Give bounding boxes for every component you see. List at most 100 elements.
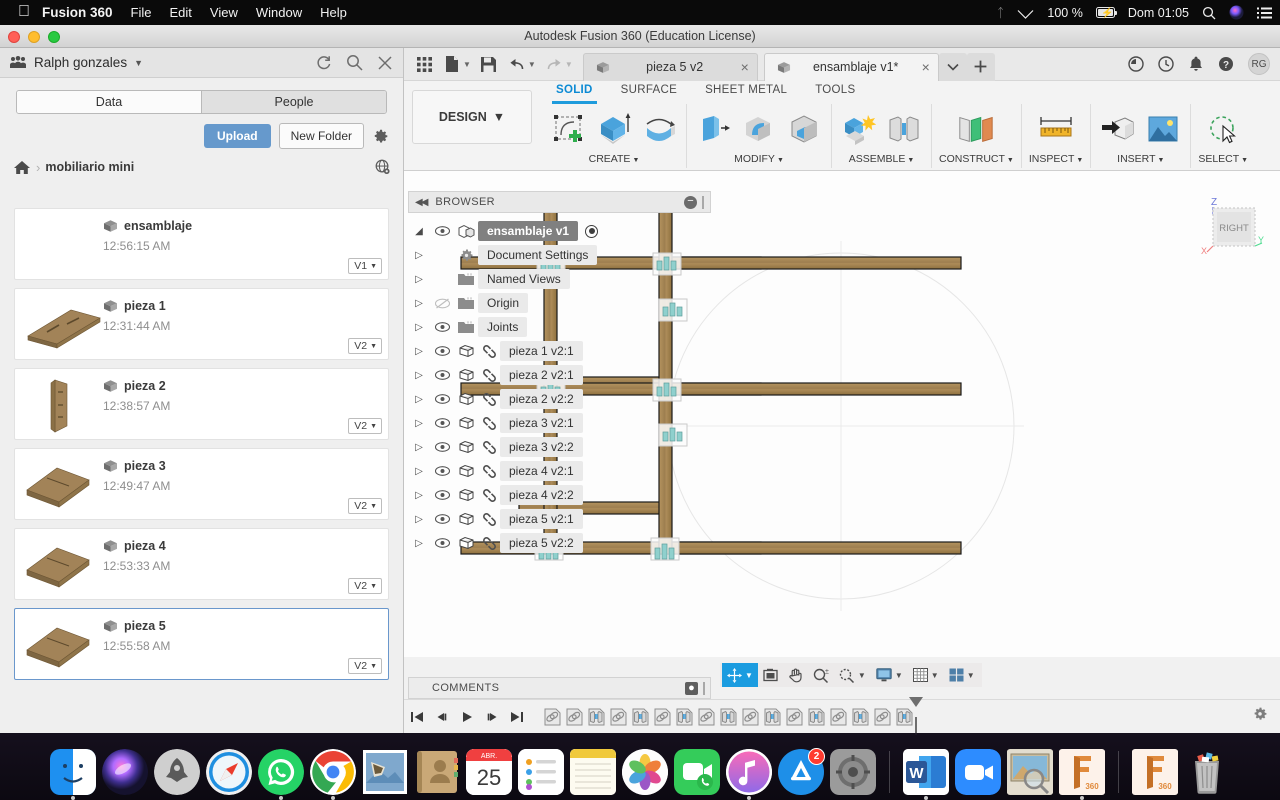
- timeline-feature-joint[interactable]: [695, 705, 717, 728]
- menu-window[interactable]: Window: [256, 5, 302, 20]
- insert-derive-icon[interactable]: [1098, 110, 1138, 148]
- gear-icon[interactable]: [1252, 706, 1268, 727]
- eye-visible-icon[interactable]: [430, 226, 454, 236]
- look-at-icon[interactable]: [758, 663, 783, 687]
- activate-radio-icon[interactable]: [585, 224, 599, 238]
- chevron-down-icon[interactable]: ▼: [1241, 157, 1248, 164]
- chevron-down-icon[interactable]: ▼: [1158, 157, 1165, 164]
- panel-resize-grip[interactable]: [702, 195, 704, 209]
- breadcrumb-folder-name[interactable]: mobiliario mini: [45, 160, 134, 174]
- timeline-playhead-marker[interactable]: [909, 697, 923, 735]
- file-list[interactable]: ensamblaje 12:56:15 AM V1 ▼ pieza 1 12:3…: [0, 208, 403, 733]
- go-to-beginning-icon[interactable]: [404, 710, 429, 724]
- zoom-icon[interactable]: ±: [808, 663, 834, 687]
- bluetooth-icon[interactable]: ᛏ: [997, 6, 1005, 20]
- menu-bar-clock[interactable]: Dom 01:05: [1128, 6, 1189, 20]
- apple-menu-icon[interactable]: : [18, 3, 30, 20]
- eye-visible-icon[interactable]: [430, 418, 454, 428]
- list-item[interactable]: pieza 5 12:55:58 AM V2 ▼: [14, 608, 389, 680]
- expand-arrow-icon[interactable]: ▷: [408, 442, 430, 453]
- timeline-feature-rigid-joint[interactable]: [805, 705, 827, 728]
- chevron-down-icon[interactable]: ▼: [565, 60, 573, 69]
- measure-icon[interactable]: [1036, 110, 1076, 148]
- chevron-down-icon[interactable]: ▼: [907, 157, 914, 164]
- dock-item-photos[interactable]: [622, 749, 668, 795]
- timeline-feature-rigid-joint[interactable]: [893, 705, 915, 728]
- dock-item-whatsapp[interactable]: [258, 749, 304, 795]
- chevron-down-icon[interactable]: ▼: [134, 58, 143, 68]
- timeline-track[interactable]: [541, 697, 923, 735]
- window-close-button[interactable]: [8, 31, 20, 43]
- tree-node-component[interactable]: ▷ pieza 5 v2:1: [408, 507, 711, 531]
- eye-visible-icon[interactable]: [430, 442, 454, 452]
- version-selector[interactable]: V2 ▼: [348, 418, 382, 434]
- tree-node-component[interactable]: ▷ pieza 2 v2:2: [408, 387, 711, 411]
- eye-visible-icon[interactable]: [430, 538, 454, 548]
- eye-visible-icon[interactable]: [430, 370, 454, 380]
- expand-arrow-icon[interactable]: ▷: [408, 370, 430, 381]
- dock-item-zoom[interactable]: [955, 749, 1001, 795]
- expand-arrow-icon[interactable]: ▷: [408, 298, 430, 309]
- sketch-create-icon[interactable]: [549, 110, 589, 148]
- gear-icon[interactable]: [372, 128, 389, 145]
- home-icon[interactable]: [14, 160, 30, 175]
- shell-icon[interactable]: [784, 110, 824, 148]
- select-lasso-icon[interactable]: [1203, 110, 1243, 148]
- panel-resize-grip[interactable]: [703, 681, 705, 695]
- undo-icon[interactable]: [503, 51, 531, 77]
- expand-arrow-icon[interactable]: ▷: [408, 346, 430, 357]
- timeline-feature-joint[interactable]: [739, 705, 761, 728]
- eye-visible-icon[interactable]: [430, 514, 454, 524]
- dock-item-calendar[interactable]: ABR. 25: [466, 749, 512, 795]
- extrude-icon[interactable]: [594, 110, 634, 148]
- menu-edit[interactable]: Edit: [169, 5, 191, 20]
- tree-node-component[interactable]: ▷ pieza 2 v2:1: [408, 363, 711, 387]
- chevron-down-icon[interactable]: ▼: [463, 60, 471, 69]
- timeline-feature-joint[interactable]: [651, 705, 673, 728]
- list-item[interactable]: ensamblaje 12:56:15 AM V1 ▼: [14, 208, 389, 280]
- tree-node-component[interactable]: ▷ pieza 4 v2:1: [408, 459, 711, 483]
- tab-tools[interactable]: TOOLS: [801, 81, 869, 103]
- history-icon[interactable]: [1152, 51, 1180, 77]
- tree-node-origin[interactable]: ▷ Origin: [408, 291, 711, 315]
- tab-solid[interactable]: SOLID: [542, 81, 607, 104]
- globe-web-icon[interactable]: [374, 159, 391, 175]
- menu-help[interactable]: Help: [320, 5, 347, 20]
- expand-arrow-icon[interactable]: ▷: [408, 322, 430, 333]
- joint-icon[interactable]: [884, 110, 924, 148]
- list-item[interactable]: pieza 4 12:53:33 AM V2 ▼: [14, 528, 389, 600]
- workspace-switcher-button[interactable]: DESIGN ▼: [412, 90, 532, 144]
- chevron-down-icon[interactable]: ▼: [632, 157, 639, 164]
- menu-file[interactable]: File: [131, 5, 152, 20]
- dock-item-safari[interactable]: [206, 749, 252, 795]
- dock-item-notes[interactable]: [570, 749, 616, 795]
- view-cube[interactable]: Z RIGHT Y X: [1196, 193, 1264, 256]
- play-icon[interactable]: [454, 710, 479, 724]
- timeline-feature-rigid-joint[interactable]: [761, 705, 783, 728]
- chevron-down-icon[interactable]: ▼: [967, 671, 975, 680]
- comments-bar[interactable]: COMMENTS ●: [408, 677, 711, 699]
- avatar[interactable]: RG: [1248, 53, 1270, 75]
- chevron-down-icon[interactable]: ▼: [858, 671, 866, 680]
- control-center-icon[interactable]: [1257, 7, 1272, 19]
- revolve-icon[interactable]: [639, 110, 679, 148]
- expand-arrow-icon[interactable]: ▷: [408, 274, 430, 285]
- version-selector[interactable]: V1 ▼: [348, 258, 382, 274]
- dock-item-reminders[interactable]: [518, 749, 564, 795]
- dock-item-app-store[interactable]: 2: [778, 748, 825, 795]
- new-document-icon[interactable]: [438, 51, 466, 77]
- timeline-feature-rigid-joint[interactable]: [673, 705, 695, 728]
- timeline-feature-rigid-joint[interactable]: [717, 705, 739, 728]
- upload-button[interactable]: Upload: [203, 124, 271, 148]
- press-pull-icon[interactable]: [694, 110, 734, 148]
- tree-node-component[interactable]: ▷ pieza 4 v2:2: [408, 483, 711, 507]
- wifi-icon[interactable]: [1017, 7, 1034, 19]
- dock-item-facetime[interactable]: [674, 749, 720, 795]
- dock-item-siri[interactable]: [102, 749, 148, 795]
- battery-charging-icon[interactable]: ⚡: [1095, 7, 1118, 19]
- timeline-feature-joint[interactable]: [783, 705, 805, 728]
- version-selector[interactable]: V2 ▼: [348, 578, 382, 594]
- account-name[interactable]: Ralph gonzales: [34, 55, 127, 70]
- menu-app-name[interactable]: Fusion 360: [42, 5, 113, 20]
- expand-arrow-icon[interactable]: ▷: [408, 514, 430, 525]
